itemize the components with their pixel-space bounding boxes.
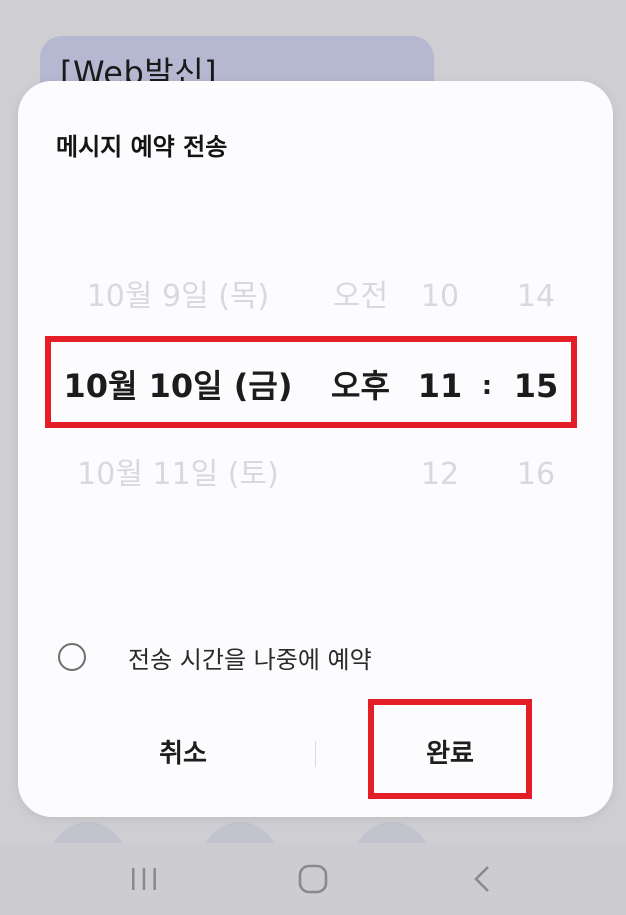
picker-minute-previous[interactable]: 14 [496, 267, 576, 327]
navigation-bar [0, 843, 626, 915]
cancel-button[interactable]: 취소 [58, 721, 308, 787]
picker-date-previous[interactable]: 10월 9일 (목) [38, 267, 318, 327]
picker-row-previous[interactable]: 10월 9일 (목) 오전 10 14 [18, 267, 613, 327]
schedule-later-option[interactable]: 전송 시간을 나중에 예약 [56, 637, 576, 677]
back-button[interactable] [452, 859, 512, 899]
picker-date-next[interactable]: 10월 11일 (토) [38, 445, 318, 505]
picker-row-next[interactable]: 10월 11일 (토) 12 16 [18, 445, 613, 505]
schedule-later-label: 전송 시간을 나중에 예약 [128, 645, 372, 674]
dialog-title: 메시지 예약 전송 [56, 133, 228, 161]
schedule-later-radio[interactable] [58, 643, 86, 671]
picker-ampm-previous[interactable]: 오전 [308, 267, 413, 327]
picker-ampm-next[interactable] [308, 445, 413, 505]
picker-hour-previous[interactable]: 10 [400, 267, 480, 327]
home-button[interactable] [283, 859, 343, 899]
home-icon [298, 864, 328, 894]
schedule-message-dialog: 메시지 예약 전송 10월 9일 (목) 오전 10 14 10월 10일 (금… [18, 81, 613, 817]
button-divider [315, 741, 316, 767]
selected-time-highlight [45, 336, 577, 428]
back-icon [473, 866, 489, 892]
recent-apps-icon [132, 868, 157, 890]
picker-minute-next[interactable]: 16 [496, 445, 576, 505]
done-button-highlight [368, 699, 532, 799]
recent-apps-button[interactable] [114, 859, 174, 899]
picker-hour-next[interactable]: 12 [400, 445, 480, 505]
